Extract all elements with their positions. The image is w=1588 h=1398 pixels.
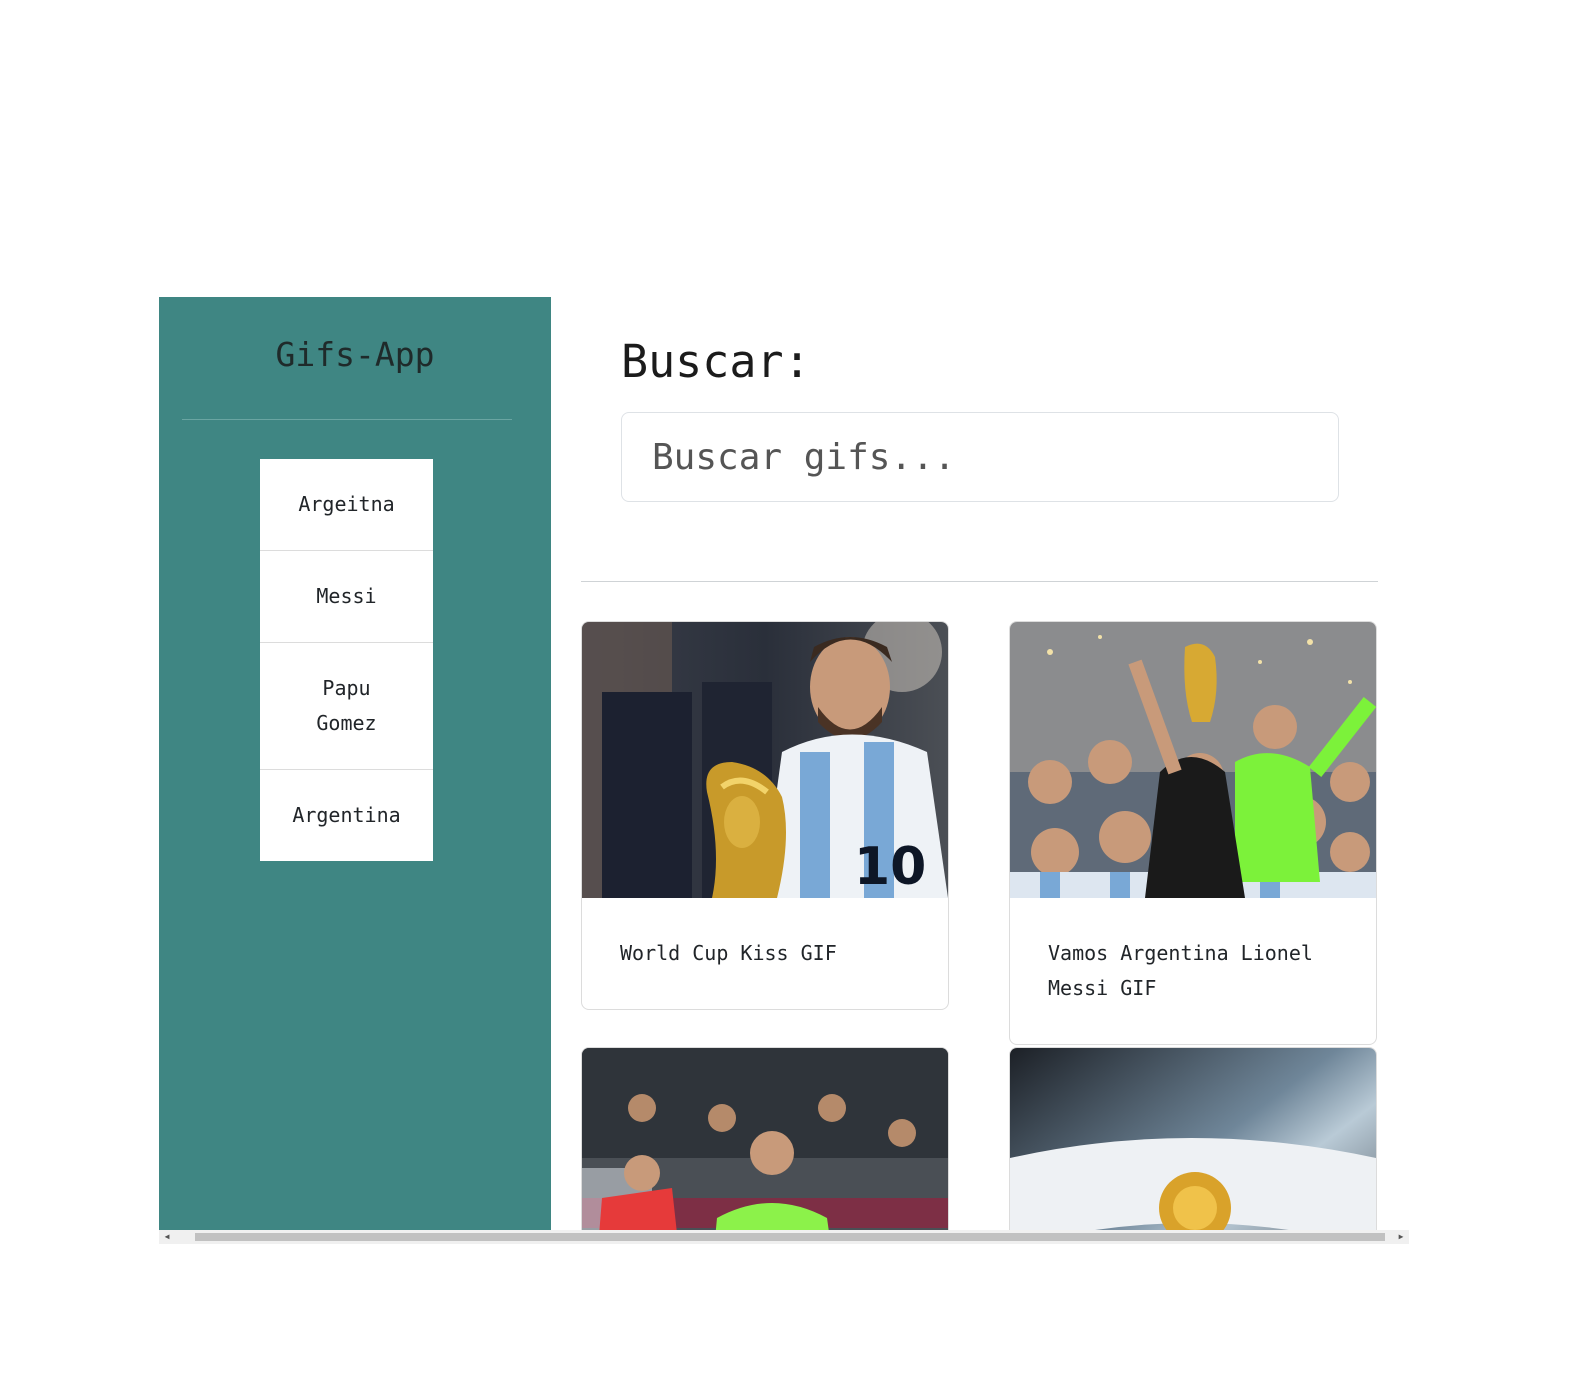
scroll-left-arrow-icon[interactable]: ◀ bbox=[161, 1232, 173, 1242]
gif-card[interactable]: 10 World Cup Kiss GIF bbox=[581, 621, 949, 1010]
scroll-thumb[interactable] bbox=[195, 1233, 1385, 1241]
history-item-papu-gomez[interactable]: Papu Gomez bbox=[260, 643, 433, 770]
gif-image-goalkeeper bbox=[582, 1048, 948, 1230]
sidebar: Gifs-App Argeitna Messi Papu Gomez Argen… bbox=[159, 297, 551, 1230]
gif-image-vamos-argentina bbox=[1010, 622, 1376, 898]
content-divider bbox=[581, 581, 1378, 582]
gif-card[interactable] bbox=[1009, 1047, 1377, 1230]
sidebar-divider bbox=[182, 419, 512, 420]
gif-image-world-cup-kiss: 10 bbox=[582, 622, 948, 898]
gif-card[interactable]: Vamos Argentina Lionel Messi GIF bbox=[1009, 621, 1377, 1045]
horizontal-scrollbar[interactable]: ◀ ▶ bbox=[159, 1230, 1409, 1244]
gif-title: Vamos Argentina Lionel Messi GIF bbox=[1048, 941, 1313, 1000]
gif-title: World Cup Kiss GIF bbox=[620, 941, 837, 965]
gif-image-argentina-flag bbox=[1010, 1048, 1376, 1230]
app-viewport: Gifs-App Argeitna Messi Papu Gomez Argen… bbox=[159, 297, 1409, 1230]
search-input[interactable] bbox=[621, 412, 1339, 502]
app-title: Gifs-App bbox=[275, 335, 435, 374]
history-item-argeitna[interactable]: Argeitna bbox=[260, 459, 433, 551]
main-content: Buscar: Buscar gifs... 10 World Cup Kiss… bbox=[551, 297, 1409, 1230]
search-heading: Buscar: bbox=[621, 335, 811, 388]
search-history-list: Argeitna Messi Papu Gomez Argentina bbox=[260, 459, 433, 861]
scroll-right-arrow-icon[interactable]: ▶ bbox=[1395, 1232, 1407, 1242]
svg-text:10: 10 bbox=[854, 837, 926, 897]
history-item-argentina[interactable]: Argentina bbox=[260, 770, 433, 861]
gif-card[interactable] bbox=[581, 1047, 949, 1230]
history-item-messi[interactable]: Messi bbox=[260, 551, 433, 643]
